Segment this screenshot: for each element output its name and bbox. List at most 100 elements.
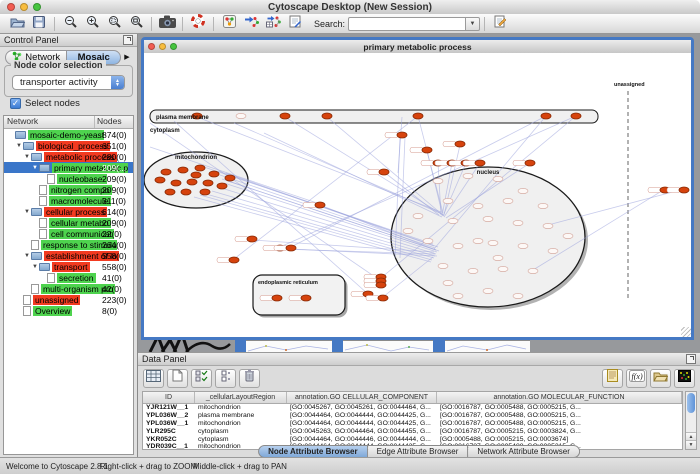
gene-node[interactable] bbox=[493, 176, 503, 181]
network-canvas[interactable]: plasma membranecytoplasmmitochondrionnuc… bbox=[144, 53, 691, 337]
disclosure-arrow-icon[interactable]: ▼ bbox=[23, 209, 31, 215]
gene-node[interactable] bbox=[155, 177, 165, 183]
background-window[interactable] bbox=[445, 340, 530, 352]
gene-node[interactable] bbox=[322, 113, 332, 119]
scroll-down-icon[interactable]: ▼ bbox=[686, 440, 696, 449]
table-row[interactable]: YPL036W__1mitochondrion[GO:0044464, GO:0… bbox=[143, 420, 682, 428]
column-header[interactable]: _cellularLayoutRegion bbox=[195, 392, 287, 403]
gene-node[interactable] bbox=[171, 180, 181, 186]
disclosure-arrow-icon[interactable]: ▼ bbox=[31, 264, 39, 270]
gene-node[interactable] bbox=[209, 171, 219, 177]
zoom-window-button[interactable] bbox=[170, 43, 177, 50]
gene-node[interactable] bbox=[378, 295, 388, 301]
tree-row-cellular-metabo[interactable]: cellular metabo209(0) bbox=[4, 217, 133, 228]
zoom-fit-button[interactable] bbox=[125, 15, 147, 32]
gene-node[interactable] bbox=[463, 173, 473, 178]
tree-row-primary-metabolic-process[interactable]: ▼primary metabolic process209(... bbox=[4, 162, 133, 173]
gene-node[interactable] bbox=[483, 288, 493, 293]
tree-row-unassigned[interactable]: unassigned223(0) bbox=[4, 294, 133, 305]
gene-node[interactable] bbox=[468, 268, 478, 273]
column-header[interactable]: annotation.GO MOLECULAR_FUNCTION bbox=[437, 392, 682, 403]
tree-row-transport[interactable]: ▼transport558(0) bbox=[4, 261, 133, 272]
gene-node[interactable] bbox=[525, 160, 535, 166]
zoom-out-button[interactable] bbox=[59, 15, 81, 32]
gene-node[interactable] bbox=[543, 223, 553, 228]
region-plasma-membrane[interactable] bbox=[150, 110, 598, 123]
gene-node[interactable] bbox=[513, 293, 523, 298]
gene-node[interactable] bbox=[413, 213, 423, 218]
search-dropdown-button[interactable]: ▼ bbox=[466, 17, 480, 31]
gene-node[interactable] bbox=[473, 238, 483, 243]
tree-row-cell-communicat[interactable]: cell communicat22(0) bbox=[4, 228, 133, 239]
gene-node[interactable] bbox=[301, 295, 311, 301]
gene-node[interactable] bbox=[473, 203, 483, 208]
gene-node[interactable] bbox=[376, 282, 386, 288]
tree-header-nodes[interactable]: Nodes bbox=[95, 116, 133, 128]
disclosure-arrow-icon[interactable]: ▼ bbox=[23, 253, 31, 259]
select-nodes-checkbox[interactable]: ✓ bbox=[10, 98, 21, 109]
gene-node[interactable] bbox=[541, 113, 551, 119]
disclosure-arrow-icon[interactable]: ▼ bbox=[15, 143, 23, 149]
zoom-window-button[interactable] bbox=[33, 3, 41, 11]
import-attributes-button[interactable] bbox=[650, 369, 671, 388]
tree-row-macromolecule[interactable]: macromolecule311(0) bbox=[4, 195, 133, 206]
gene-node[interactable] bbox=[379, 169, 389, 175]
network-window-titlebar[interactable]: primary metabolic process bbox=[144, 40, 691, 54]
gene-node[interactable] bbox=[195, 165, 205, 171]
help-lifesaver-button[interactable] bbox=[187, 15, 209, 32]
gene-node[interactable] bbox=[272, 295, 282, 301]
attribute-matrix-button[interactable] bbox=[674, 369, 695, 388]
search-input[interactable] bbox=[348, 17, 466, 31]
gene-node[interactable] bbox=[538, 203, 548, 208]
gene-node[interactable] bbox=[225, 175, 235, 181]
tree-row-metabolic-process[interactable]: ▼metabolic process280(0) bbox=[4, 151, 133, 162]
node-color-dropdown[interactable]: transporter activity ▲▼ bbox=[12, 75, 125, 90]
table-row[interactable]: YLR295Ccytoplasm[GO:0045263, GO:0044464,… bbox=[143, 427, 682, 435]
gene-node[interactable] bbox=[548, 248, 558, 253]
table-row[interactable]: YPL036W__2plasma membrane[GO:0044464, GO… bbox=[143, 412, 682, 420]
refresh-index-button[interactable] bbox=[494, 15, 507, 33]
attribute-notes-button[interactable] bbox=[602, 369, 623, 388]
gene-node[interactable] bbox=[455, 141, 465, 147]
gene-node[interactable] bbox=[229, 257, 239, 263]
disclosure-arrow-icon[interactable]: ▼ bbox=[31, 165, 39, 171]
gene-node[interactable] bbox=[161, 169, 171, 175]
background-window[interactable] bbox=[246, 340, 332, 352]
gene-node[interactable] bbox=[178, 167, 188, 173]
minimize-window-button[interactable] bbox=[159, 43, 166, 50]
gene-node[interactable] bbox=[453, 243, 463, 248]
gene-node[interactable] bbox=[217, 183, 227, 189]
gene-node[interactable] bbox=[413, 113, 423, 119]
gene-node[interactable] bbox=[518, 188, 528, 193]
gene-node[interactable] bbox=[280, 113, 290, 119]
edge[interactable] bbox=[398, 117, 402, 173]
column-header[interactable]: annotation.GO CELLULAR_COMPONENT bbox=[287, 392, 437, 403]
background-window-edge[interactable] bbox=[433, 340, 445, 352]
gene-node[interactable] bbox=[397, 132, 407, 138]
gene-node[interactable] bbox=[422, 147, 432, 153]
gene-node[interactable] bbox=[443, 280, 453, 285]
gene-node[interactable] bbox=[563, 233, 573, 238]
gene-node[interactable] bbox=[247, 236, 257, 242]
app-titlebar[interactable]: Cytoscape Desktop (New Session) bbox=[0, 0, 700, 15]
gene-node[interactable] bbox=[433, 178, 443, 183]
tree-row-multi-organism-pro[interactable]: multi-organism pro42(0) bbox=[4, 283, 133, 294]
delete-attribute-button[interactable] bbox=[239, 369, 260, 388]
select-attributes-button[interactable] bbox=[191, 369, 212, 388]
tree-row-establishment-of-lo[interactable]: ▼establishment of lo558(0) bbox=[4, 250, 133, 261]
gene-node[interactable] bbox=[165, 189, 175, 195]
column-header[interactable]: ID bbox=[143, 392, 195, 403]
close-window-button[interactable] bbox=[7, 3, 15, 11]
tree-row-nitrogen-compo[interactable]: nitrogen compo209(0) bbox=[4, 184, 133, 195]
tree-row-response-to-stimulu[interactable]: response to stimulu264(0) bbox=[4, 239, 133, 250]
gene-node[interactable] bbox=[518, 243, 528, 248]
gene-node[interactable] bbox=[483, 216, 493, 221]
gene-node[interactable] bbox=[453, 293, 463, 298]
zoom-selected-button[interactable] bbox=[103, 15, 125, 32]
scrollbar-thumb[interactable] bbox=[687, 393, 695, 413]
float-panel-icon[interactable] bbox=[123, 35, 133, 45]
gene-node[interactable] bbox=[236, 113, 246, 118]
background-window-edge[interactable] bbox=[235, 340, 246, 352]
new-attribute-button[interactable] bbox=[167, 369, 188, 388]
table-grid-button[interactable] bbox=[143, 369, 164, 388]
